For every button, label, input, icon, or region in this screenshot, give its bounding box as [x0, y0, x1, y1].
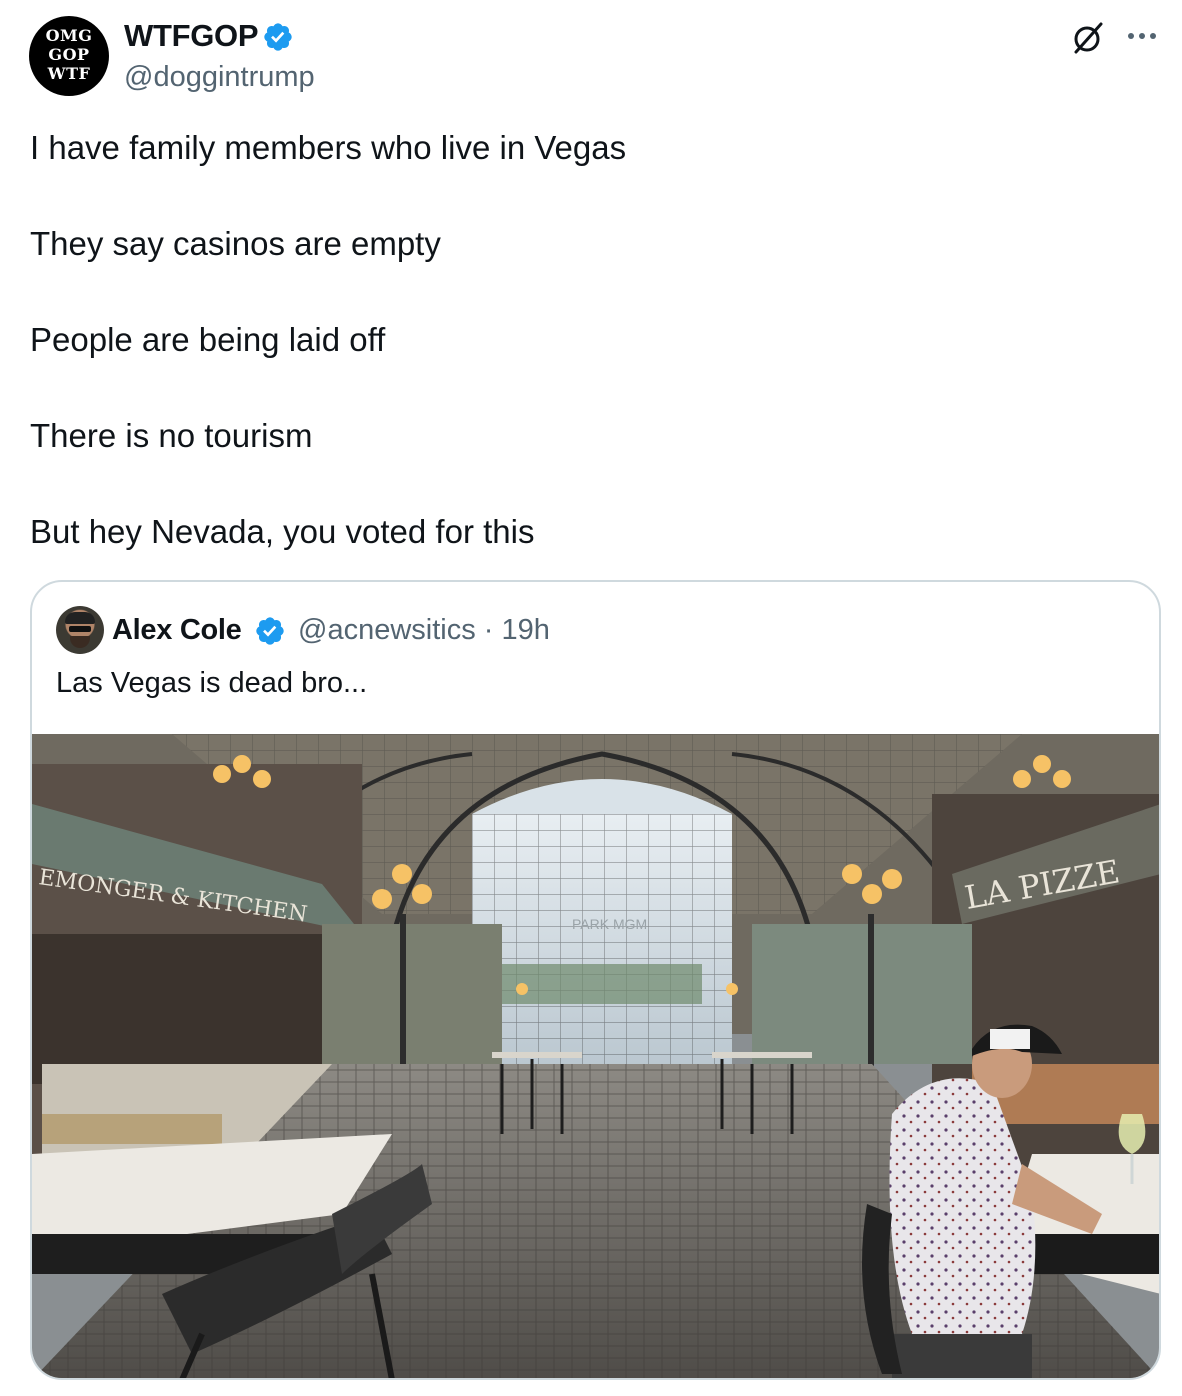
author-handle[interactable]: @doggintrump [124, 60, 315, 94]
author-display-name[interactable]: WTFGOP [124, 18, 259, 54]
quoted-media-image[interactable]: EMONGER & KITCHEN LA PIZZE PARK MGM [32, 734, 1159, 1378]
verified-badge-icon [264, 23, 292, 51]
avatar-logo-text: WTF [47, 64, 91, 83]
quoted-author-avatar[interactable] [56, 606, 104, 654]
avatar-logo-text: GOP [48, 45, 90, 64]
tweet-text-line: But hey Nevada, you voted for this [30, 513, 535, 550]
tweet-text-line: People are being laid off [30, 321, 386, 358]
park-mgm-sign: PARK MGM [572, 916, 647, 932]
tweet-text-line: They say casinos are empty [30, 225, 441, 262]
quoted-handle-and-time[interactable]: @acnewsitics · 19h [298, 613, 550, 647]
food-hall-scene: EMONGER & KITCHEN LA PIZZE PARK MGM [32, 734, 1159, 1378]
quoted-author-name[interactable]: Alex Cole [112, 613, 242, 647]
quoted-tweet-card[interactable]: Alex Cole @acnewsitics · 19h Las Vegas i… [30, 580, 1161, 1380]
tweet-text-line: There is no tourism [30, 417, 313, 454]
grok-icon[interactable] [1070, 20, 1106, 56]
author-avatar[interactable]: OMG GOP WTF [29, 16, 109, 96]
more-icon[interactable] [1124, 24, 1160, 48]
verified-badge-icon [256, 617, 284, 645]
avatar-logo-text: OMG [45, 26, 93, 45]
quoted-tweet-text: Las Vegas is dead bro... [56, 667, 368, 699]
tweet-text-line: I have family members who live in Vegas [30, 129, 627, 166]
